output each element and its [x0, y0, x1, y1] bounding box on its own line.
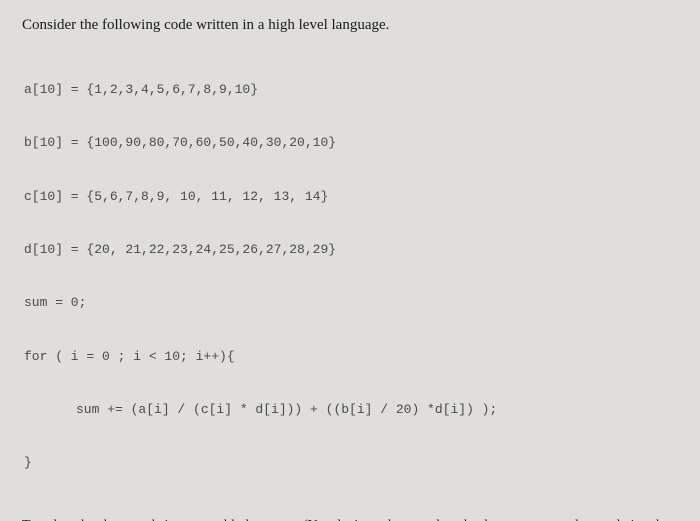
code-line-3: c[10] = {5,6,7,8,9, 10, 11, 12, 13, 14}: [24, 184, 682, 211]
code-line-7: sum += (a[i] / (c[i] * d[i])) + ((b[i] /…: [24, 397, 682, 424]
code-block: a[10] = {1,2,3,4,5,6,7,8,9,10} b[10] = {…: [22, 51, 682, 504]
code-line-6: for ( i = 0 ; i < 10; i++){: [24, 344, 682, 371]
code-line-2: b[10] = {100,90,80,70,60,50,40,30,20,10}: [24, 130, 682, 157]
translate-paragraph: Translate the above code into assembly l…: [22, 515, 682, 521]
intro-text: Consider the following code written in a…: [22, 14, 682, 37]
code-line-8: }: [24, 450, 682, 477]
code-line-5: sum = 0;: [24, 290, 682, 317]
code-line-4: d[10] = {20, 21,22,23,24,25,26,27,28,29}: [24, 237, 682, 264]
code-line-1: a[10] = {1,2,3,4,5,6,7,8,9,10}: [24, 77, 682, 104]
